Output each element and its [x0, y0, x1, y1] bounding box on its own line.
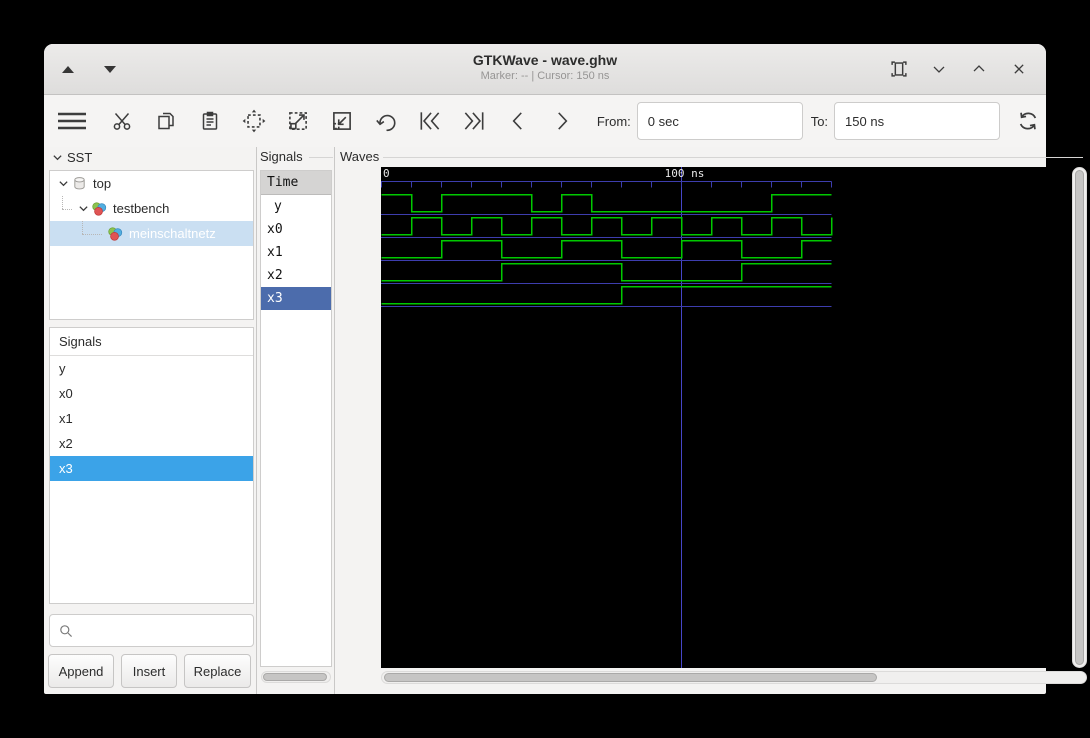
svg-text:100 ns: 100 ns	[665, 167, 705, 180]
tree-item-testbench[interactable]: testbench	[50, 196, 253, 221]
module-icon	[106, 226, 124, 242]
signal-search-input[interactable]	[49, 614, 254, 647]
from-label: From:	[596, 113, 631, 129]
chevron-down-icon	[53, 154, 62, 160]
waves-vscrollbar[interactable]	[1072, 167, 1087, 668]
zoom-out-icon[interactable]	[325, 103, 359, 139]
tree-item-top[interactable]: top	[50, 171, 253, 196]
search-icon	[60, 624, 73, 637]
sst-panel: SST top testbench meinschaltnetz Signals…	[44, 147, 256, 694]
signal-list-item-x1[interactable]: x1	[50, 406, 253, 431]
paste-icon[interactable]	[193, 103, 227, 139]
wave-name-x0[interactable]: x0	[261, 218, 331, 241]
to-label: To:	[810, 113, 829, 129]
chevron-down-icon[interactable]	[76, 202, 90, 216]
tree-item-label: testbench	[113, 201, 170, 216]
wave-name-x3[interactable]: x3	[261, 287, 331, 310]
gtkwave-window: GTKWave - wave.ghw Marker: -- | Cursor: …	[44, 44, 1087, 694]
wave-names-column: Signals Time y x0 x1 x2 x3	[257, 147, 334, 694]
tree-item-meinschaltnetz[interactable]: meinschaltnetz	[50, 221, 253, 246]
maximize-icon[interactable]	[966, 56, 992, 82]
insert-button[interactable]: Insert	[121, 654, 177, 688]
wave-name-y[interactable]: y	[261, 195, 331, 218]
module-icon	[90, 201, 108, 217]
cylinder-icon	[70, 176, 88, 192]
to-value: 150 ns	[845, 113, 885, 129]
toolbar: From: 0 sec To: 150 ns	[44, 95, 1046, 147]
go-to-end-icon[interactable]	[457, 103, 491, 139]
waves-pane: Waves 0 100 ns	[335, 147, 1087, 694]
signal-list-item-y[interactable]: y	[50, 356, 253, 381]
cut-icon[interactable]	[105, 103, 139, 139]
names-hscrollbar[interactable]	[261, 671, 331, 683]
copy-icon[interactable]	[149, 103, 183, 139]
signal-list-item-x0[interactable]: x0	[50, 381, 253, 406]
step-right-icon[interactable]	[545, 103, 579, 139]
signal-list-item-x3[interactable]: x3	[50, 456, 253, 481]
tree-item-label: meinschaltnetz	[129, 226, 216, 241]
chevron-down-icon[interactable]	[56, 177, 70, 191]
sst-tree: top testbench meinschaltnetz	[49, 170, 254, 320]
replace-button[interactable]: Replace	[184, 654, 251, 688]
sst-label: SST	[67, 149, 93, 165]
waves-hscrollbar[interactable]	[381, 671, 1087, 684]
zoom-fit-icon[interactable]	[237, 103, 271, 139]
reload-icon[interactable]	[1010, 103, 1046, 139]
wave-name-x2[interactable]: x2	[261, 264, 331, 287]
wave-name-x1[interactable]: x1	[261, 241, 331, 264]
waves-canvas[interactable]: 0 100 ns	[381, 167, 1069, 668]
append-button[interactable]: Append	[48, 654, 114, 688]
undo-icon[interactable]	[369, 103, 403, 139]
wave-names-list: Time y x0 x1 x2 x3	[260, 170, 332, 667]
from-value: 0 sec	[647, 113, 679, 129]
waves-frame-label: Waves	[340, 149, 380, 164]
minimize-icon[interactable]	[926, 56, 952, 82]
time-header[interactable]: Time	[261, 171, 331, 195]
to-input[interactable]: 150 ns	[834, 102, 1000, 140]
fit-window-icon[interactable]	[886, 56, 912, 82]
menu-icon[interactable]	[55, 103, 89, 139]
go-to-start-icon[interactable]	[413, 103, 447, 139]
from-input[interactable]: 0 sec	[636, 102, 803, 140]
signal-list-item-x2[interactable]: x2	[50, 431, 253, 456]
step-left-icon[interactable]	[501, 103, 535, 139]
close-icon[interactable]	[1006, 56, 1032, 82]
titlebar[interactable]: GTKWave - wave.ghw Marker: -- | Cursor: …	[44, 44, 1046, 95]
names-frame-label: Signals	[260, 149, 303, 164]
waves-svg: 0 100 ns	[381, 167, 833, 668]
main-content: SST top testbench meinschaltnetz Signals…	[44, 147, 1087, 694]
svg-text:0: 0	[383, 167, 390, 180]
sst-expander[interactable]: SST	[52, 148, 92, 166]
signals-list-header: Signals	[50, 328, 253, 356]
signal-search-results: Signals y x0 x1 x2 x3	[49, 327, 254, 604]
tree-item-label: top	[93, 176, 112, 191]
zoom-in-icon[interactable]	[281, 103, 315, 139]
